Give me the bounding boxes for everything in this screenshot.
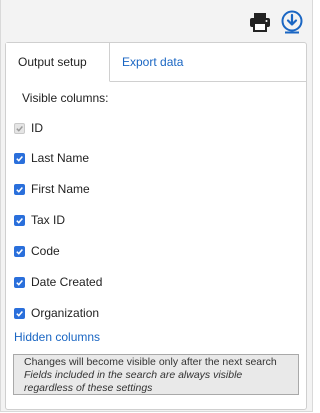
column-label: Tax ID bbox=[31, 213, 66, 227]
checkbox-checked[interactable] bbox=[14, 214, 25, 226]
hidden-columns-link[interactable]: Hidden columns bbox=[14, 330, 100, 344]
column-option-code[interactable]: Code bbox=[14, 241, 60, 261]
column-label: Code bbox=[31, 244, 60, 258]
info-note: Changes will become visible only after t… bbox=[13, 354, 299, 395]
column-label: ID bbox=[31, 121, 43, 135]
printer-icon[interactable] bbox=[248, 10, 272, 34]
checkbox-checked[interactable] bbox=[14, 276, 25, 288]
tab-export-data[interactable]: Export data bbox=[110, 43, 195, 81]
checkbox-checked[interactable] bbox=[14, 307, 25, 319]
note-line-2: Fields included in the search are always… bbox=[24, 369, 243, 394]
note-line-1: Changes will become visible only after t… bbox=[24, 356, 277, 368]
column-label: First Name bbox=[31, 182, 90, 196]
column-label: Organization bbox=[31, 306, 100, 320]
tab-bar: Output setup Export data bbox=[6, 43, 306, 82]
tab-output-setup[interactable]: Output setup bbox=[6, 43, 110, 82]
settings-card: Output setup Export data Visible columns… bbox=[5, 42, 307, 410]
column-label: Last Name bbox=[31, 151, 90, 165]
column-option-first-name[interactable]: First Name bbox=[14, 179, 90, 199]
output-panel: Output setup Export data Visible columns… bbox=[0, 0, 313, 412]
column-option-id[interactable]: ID bbox=[14, 118, 43, 138]
column-option-last-name[interactable]: Last Name bbox=[14, 148, 89, 168]
checkbox-checked[interactable] bbox=[14, 183, 25, 195]
checkbox-checked[interactable] bbox=[14, 245, 25, 257]
visible-columns-heading: Visible columns: bbox=[22, 91, 109, 105]
column-option-tax-id[interactable]: Tax ID bbox=[14, 210, 65, 230]
checkbox-checked[interactable] bbox=[14, 152, 25, 164]
column-label: Date Created bbox=[31, 275, 103, 289]
toolbar bbox=[248, 9, 304, 35]
column-option-organization[interactable]: Organization bbox=[14, 303, 99, 323]
column-option-date-created[interactable]: Date Created bbox=[14, 272, 102, 292]
download-circle-icon[interactable] bbox=[280, 10, 304, 34]
checkbox-disabled bbox=[14, 122, 25, 134]
